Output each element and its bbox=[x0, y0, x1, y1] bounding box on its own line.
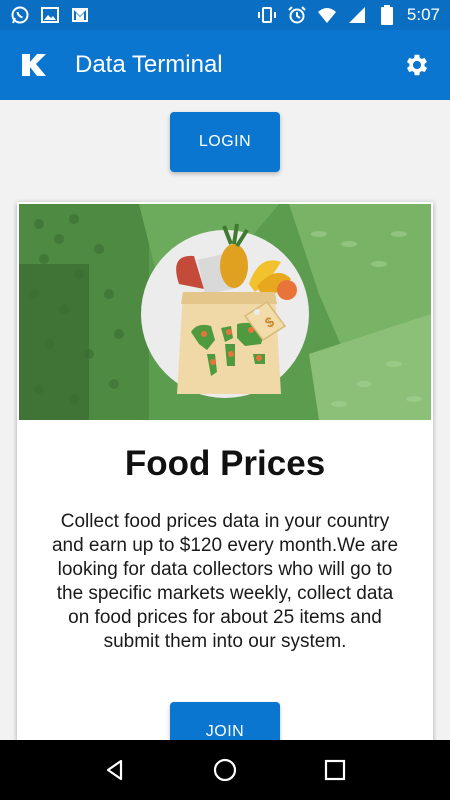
gmail-icon bbox=[70, 5, 90, 25]
navigation-bar bbox=[0, 740, 450, 800]
join-button[interactable]: JOIN bbox=[170, 702, 280, 740]
food-prices-card: $ Food Prices Collect food prices data i… bbox=[17, 202, 433, 740]
hero-image: $ bbox=[19, 204, 431, 420]
card-title: Food Prices bbox=[124, 444, 326, 483]
image-icon bbox=[40, 5, 60, 25]
status-right-icons: 5:07 bbox=[257, 5, 440, 25]
status-time: 5:07 bbox=[406, 5, 440, 24]
signal-icon bbox=[347, 5, 367, 25]
whatsapp-icon bbox=[10, 5, 30, 25]
app-bar: Data Terminal bbox=[0, 30, 450, 100]
gear-icon[interactable] bbox=[402, 50, 432, 80]
status-left-icons bbox=[10, 5, 90, 25]
wifi-icon bbox=[317, 5, 337, 25]
back-icon[interactable] bbox=[95, 750, 135, 790]
home-icon[interactable] bbox=[205, 750, 245, 790]
app-logo bbox=[18, 50, 48, 80]
login-button[interactable]: LOGIN bbox=[170, 112, 280, 172]
status-bar: 5:07 bbox=[0, 0, 450, 30]
recents-icon[interactable] bbox=[315, 750, 355, 790]
vibrate-icon bbox=[257, 5, 277, 25]
alarm-icon bbox=[287, 5, 307, 25]
app-title: Data Terminal bbox=[75, 51, 223, 78]
main-content: LOGIN $ Food Prices Collect food prices … bbox=[0, 100, 450, 740]
battery-icon bbox=[377, 5, 397, 25]
card-description: Collect food prices data in your country… bbox=[51, 511, 399, 652]
